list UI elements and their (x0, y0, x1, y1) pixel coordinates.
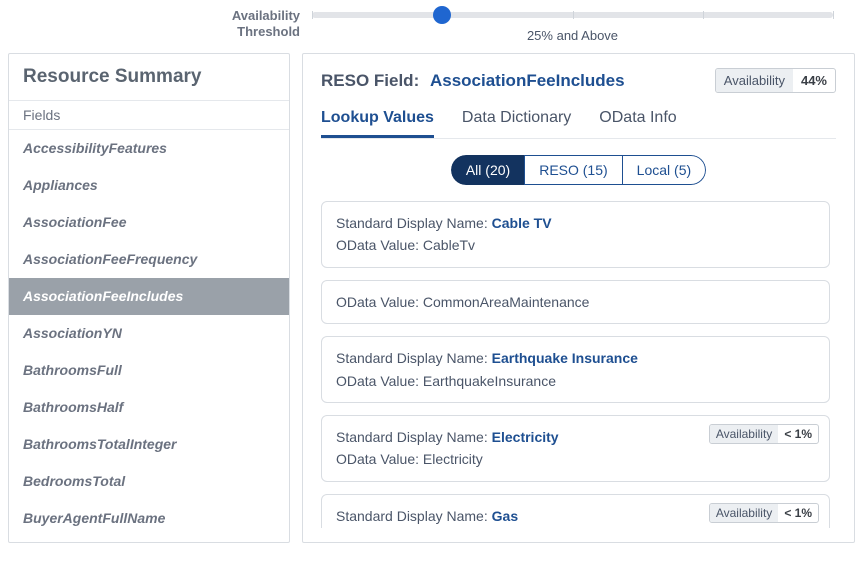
field-item[interactable]: AssociationFeeIncludes (9, 278, 289, 315)
segmented-control: All (20)RESO (15)Local (5) (321, 155, 836, 185)
field-item[interactable]: AccessibilityFeatures (9, 130, 289, 167)
lookup-card: OData Value: CommonAreaMaintenance (321, 280, 830, 324)
tab[interactable]: OData Info (599, 109, 676, 138)
segment[interactable]: All (20) (451, 155, 525, 185)
availability-slider-row: Availability Threshold 25% and Above (0, 0, 863, 43)
availability-slider[interactable] (312, 12, 833, 18)
field-item[interactable]: AssociationFee (9, 204, 289, 241)
odata-value-row: OData Value: CommonAreaMaintenance (336, 291, 815, 313)
field-item[interactable]: AssociationYN (9, 315, 289, 352)
segment[interactable]: RESO (15) (524, 155, 622, 185)
tabs: Lookup Values Data Dictionary OData Info (321, 109, 836, 139)
field-item[interactable]: AssociationFeeFrequency (9, 241, 289, 278)
display-name: Gas (492, 508, 518, 524)
sidebar-subtitle: Fields (9, 100, 289, 130)
field-item[interactable]: BuyerAgentFullName (9, 500, 289, 537)
field-item[interactable]: BuyerAgentMlsId (9, 537, 289, 542)
odata-value-row: OData Value: CableTv (336, 234, 815, 256)
odata-value-row: OData Value: Electricity (336, 448, 815, 470)
odata-value-row: OData Value: EarthquakeInsurance (336, 370, 815, 392)
slider-caption: 25% and Above (312, 28, 833, 43)
resource-summary-sidebar: Resource Summary Fields AccessibilityFea… (8, 53, 290, 543)
odata-value: CommonAreaMaintenance (423, 294, 590, 310)
tab[interactable]: Lookup Values (321, 109, 434, 138)
odata-value-row: OData Value: Gas (336, 527, 815, 528)
lookup-card: Standard Display Name: Earthquake Insura… (321, 336, 830, 403)
odata-value: EarthquakeInsurance (423, 373, 556, 389)
odata-value: Electricity (423, 451, 483, 467)
lookup-card: Standard Display Name: Cable TVOData Val… (321, 201, 830, 268)
content-header: RESO Field: AssociationFeeIncludes Avail… (321, 68, 836, 93)
availability-badge: Availability 44% (715, 68, 836, 93)
field-item[interactable]: BathroomsTotalInteger (9, 426, 289, 463)
display-name: Cable TV (492, 215, 552, 231)
availability-badge: Availability< 1% (709, 503, 819, 523)
odata-value: CableTv (423, 237, 475, 253)
standard-display-row: Standard Display Name: Cable TV (336, 212, 815, 234)
availability-badge: Availability< 1% (709, 424, 819, 444)
field-list[interactable]: AccessibilityFeaturesAppliancesAssociati… (9, 130, 289, 542)
slider-label: Availability Threshold (10, 6, 300, 41)
reso-field-name: AssociationFeeIncludes (430, 71, 625, 90)
standard-display-row: Standard Display Name: Earthquake Insura… (336, 347, 815, 369)
field-item[interactable]: BedroomsTotal (9, 463, 289, 500)
lookup-card: Standard Display Name: ElectricityOData … (321, 415, 830, 482)
slider-container: 25% and Above (312, 6, 853, 43)
field-item[interactable]: Appliances (9, 167, 289, 204)
display-name: Earthquake Insurance (492, 350, 638, 366)
tab[interactable]: Data Dictionary (462, 109, 571, 138)
display-name: Electricity (492, 429, 559, 445)
slider-thumb[interactable] (433, 6, 451, 24)
field-item[interactable]: BathroomsHalf (9, 389, 289, 426)
content-panel: RESO Field: AssociationFeeIncludes Avail… (302, 53, 855, 543)
field-item[interactable]: BathroomsFull (9, 352, 289, 389)
segment[interactable]: Local (5) (622, 155, 706, 185)
lookup-values-list[interactable]: Standard Display Name: Cable TVOData Val… (321, 201, 836, 528)
lookup-card: Standard Display Name: GasOData Value: G… (321, 494, 830, 528)
reso-field-heading: RESO Field: AssociationFeeIncludes (321, 71, 625, 91)
sidebar-title: Resource Summary (9, 54, 289, 100)
